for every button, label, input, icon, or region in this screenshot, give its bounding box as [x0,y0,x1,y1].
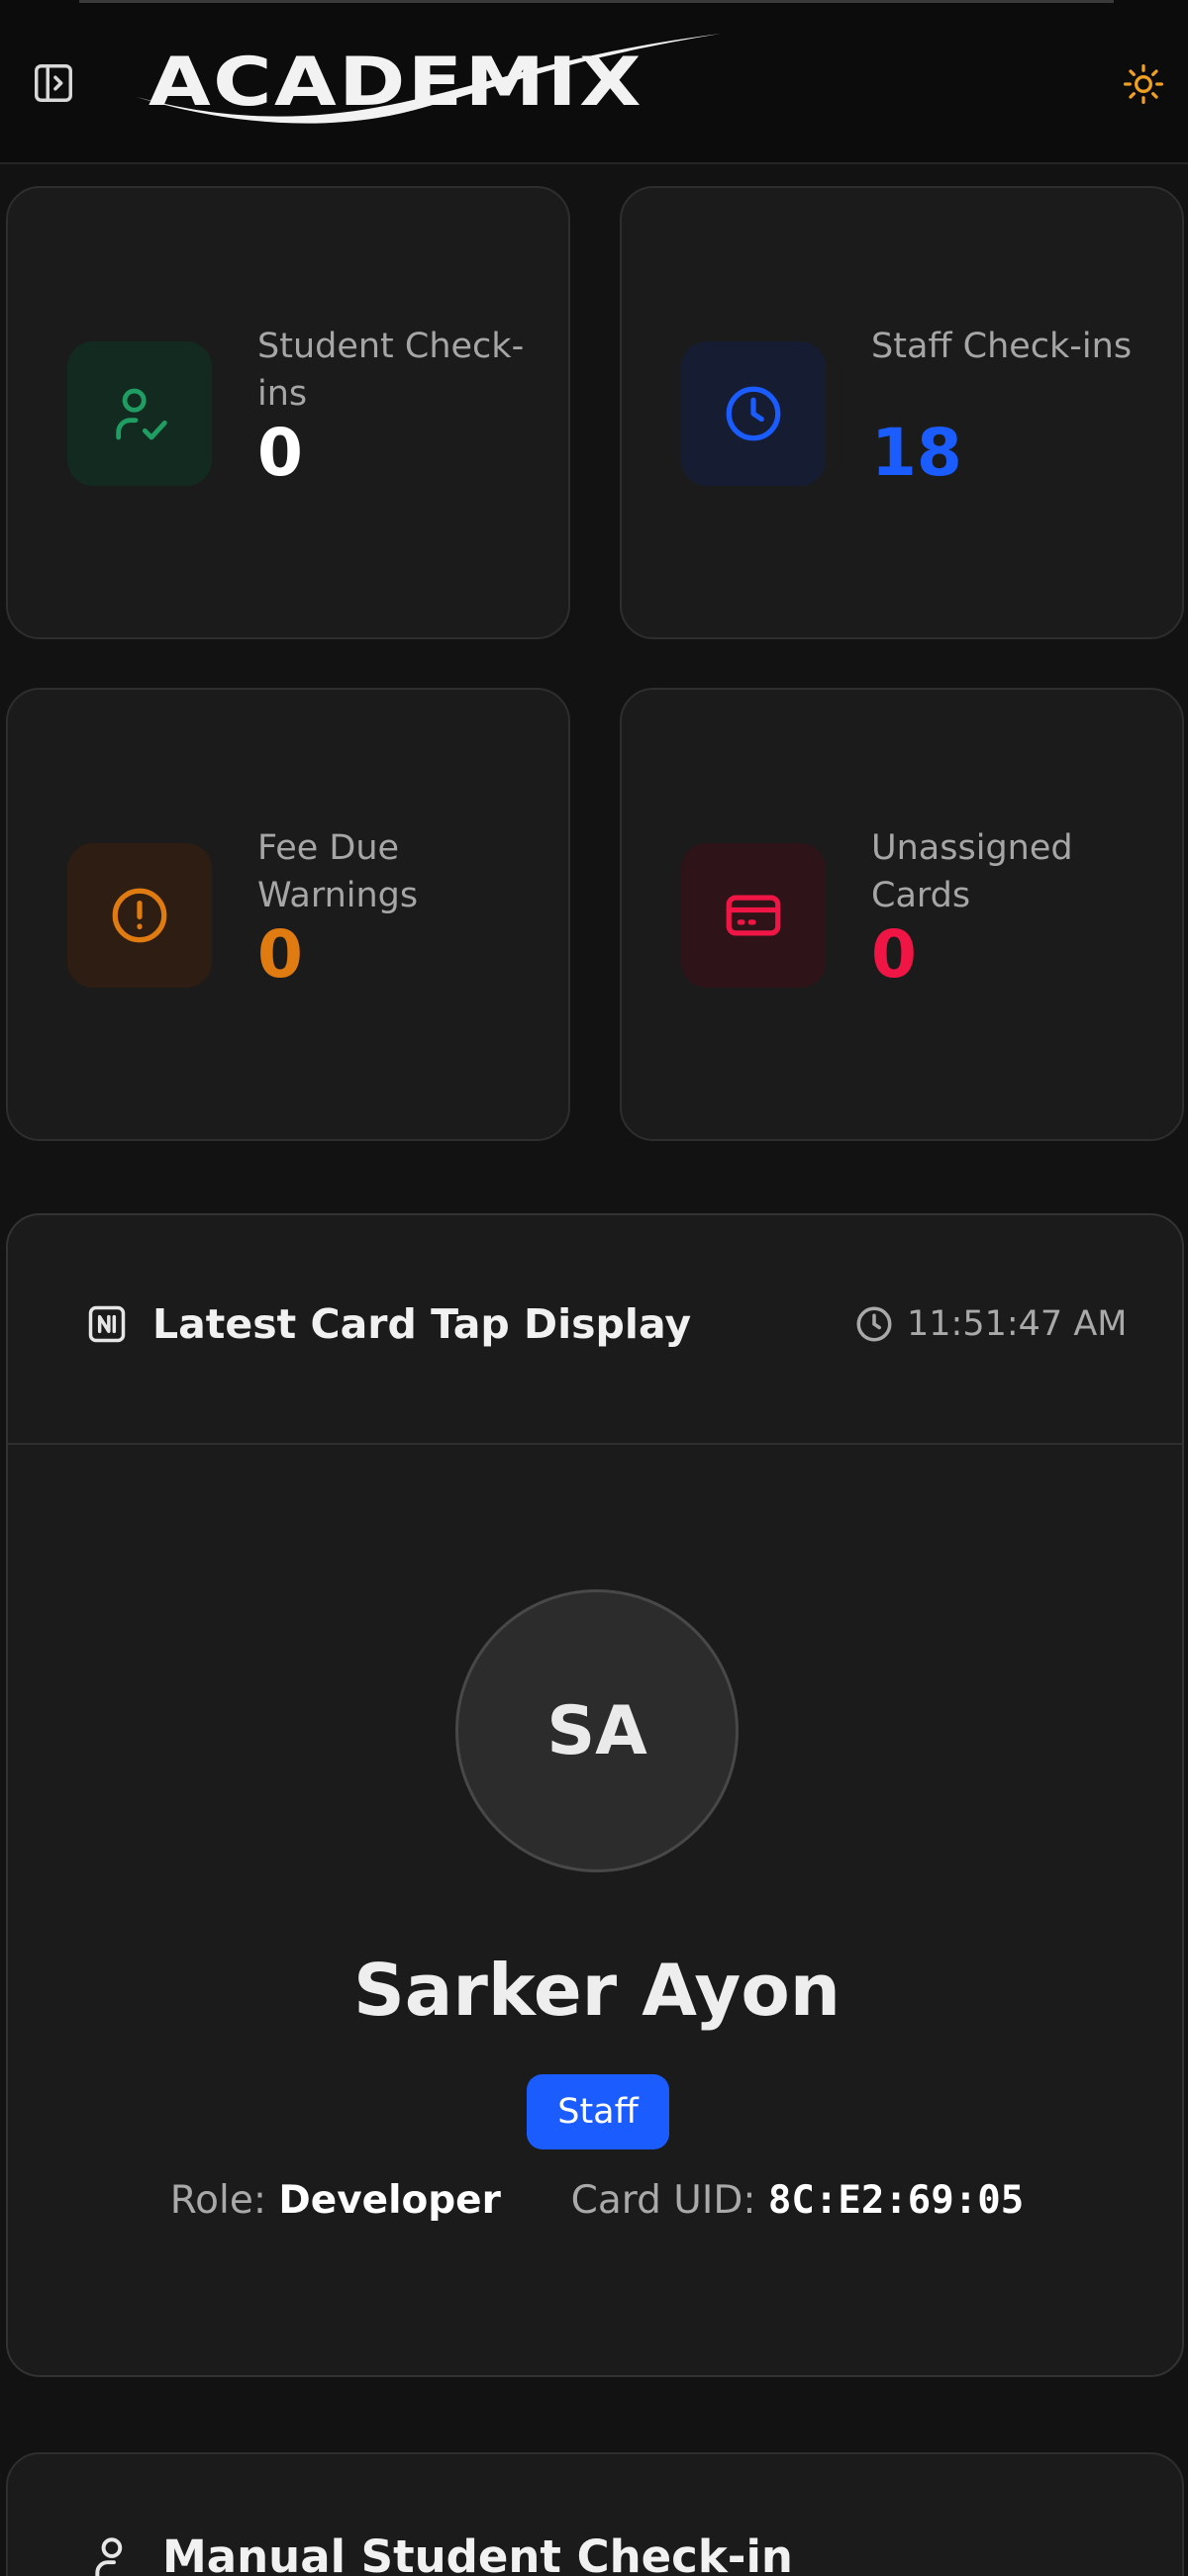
stat-icon-box [67,341,212,486]
credit-card-icon [726,895,781,936]
role-label: Role: [169,2178,266,2223]
nfc-icon [88,1305,126,1343]
card-uid-value: 8C:E2:69:05 [767,2178,1025,2223]
sidebar-toggle-icon [35,64,72,102]
card-uid-label: Card UID: [570,2178,756,2223]
role-value: Developer [278,2178,501,2223]
stat-value: 0 [257,916,303,993]
person-name: Sarker Ayon [352,1949,842,2032]
sun-icon [1124,64,1163,104]
stat-icon-box [681,341,826,486]
theme-toggle-button[interactable] [1119,59,1168,109]
tap-panel-title: Latest Card Tap Display [152,1300,692,1348]
clock-icon [856,1306,892,1342]
stat-icon-box [67,843,212,988]
user-check-icon [116,388,167,440]
tap-meta-line: Role: Developer Card UID: 8C:E2:69:05 [8,2171,1186,2231]
manual-checkin-panel: Manual Student Check-in [6,2452,1184,2576]
latest-card-tap-panel: Latest Card Tap Display 11:51:47 AM SA S… [6,1213,1184,2377]
avatar: SA [455,1589,739,1872]
stat-icon-box [681,843,826,988]
stat-value: 0 [871,916,917,993]
manual-checkin-title: Manual Student Check-in [162,2530,793,2576]
top-bar-edge [79,0,1114,3]
stat-card-unassigned-cards: Unassigned Cards 0 [620,688,1184,1141]
logo-text: ACADEMIX [148,44,644,122]
stat-value: 18 [871,415,962,491]
tap-panel-header: Latest Card Tap Display 11:51:47 AM [8,1215,1182,1445]
academix-logo: ACADEMIX [129,28,723,133]
top-bar: ACADEMIX [0,0,1188,164]
sidebar-toggle-button[interactable] [30,59,77,107]
stat-label: Staff Check-ins [871,327,1133,366]
alert-circle-icon [112,888,167,943]
status-badge: Staff [527,2074,669,2149]
stat-label: Unassigned Cards [871,828,1073,915]
stat-value: 0 [257,415,303,491]
stat-card-student-checkins: Student Check-ins 0 [6,186,570,639]
stat-card-staff-checkins: Staff Check-ins 18 [620,186,1184,639]
user-icon [95,2537,123,2576]
tap-timestamp: 11:51:47 AM [907,1304,1128,1344]
stat-label: Fee Due Warnings [257,828,419,915]
stat-card-fee-due-warnings: Fee Due Warnings 0 [6,688,570,1141]
stat-label: Student Check-ins [257,327,525,414]
clock-icon [726,386,781,441]
